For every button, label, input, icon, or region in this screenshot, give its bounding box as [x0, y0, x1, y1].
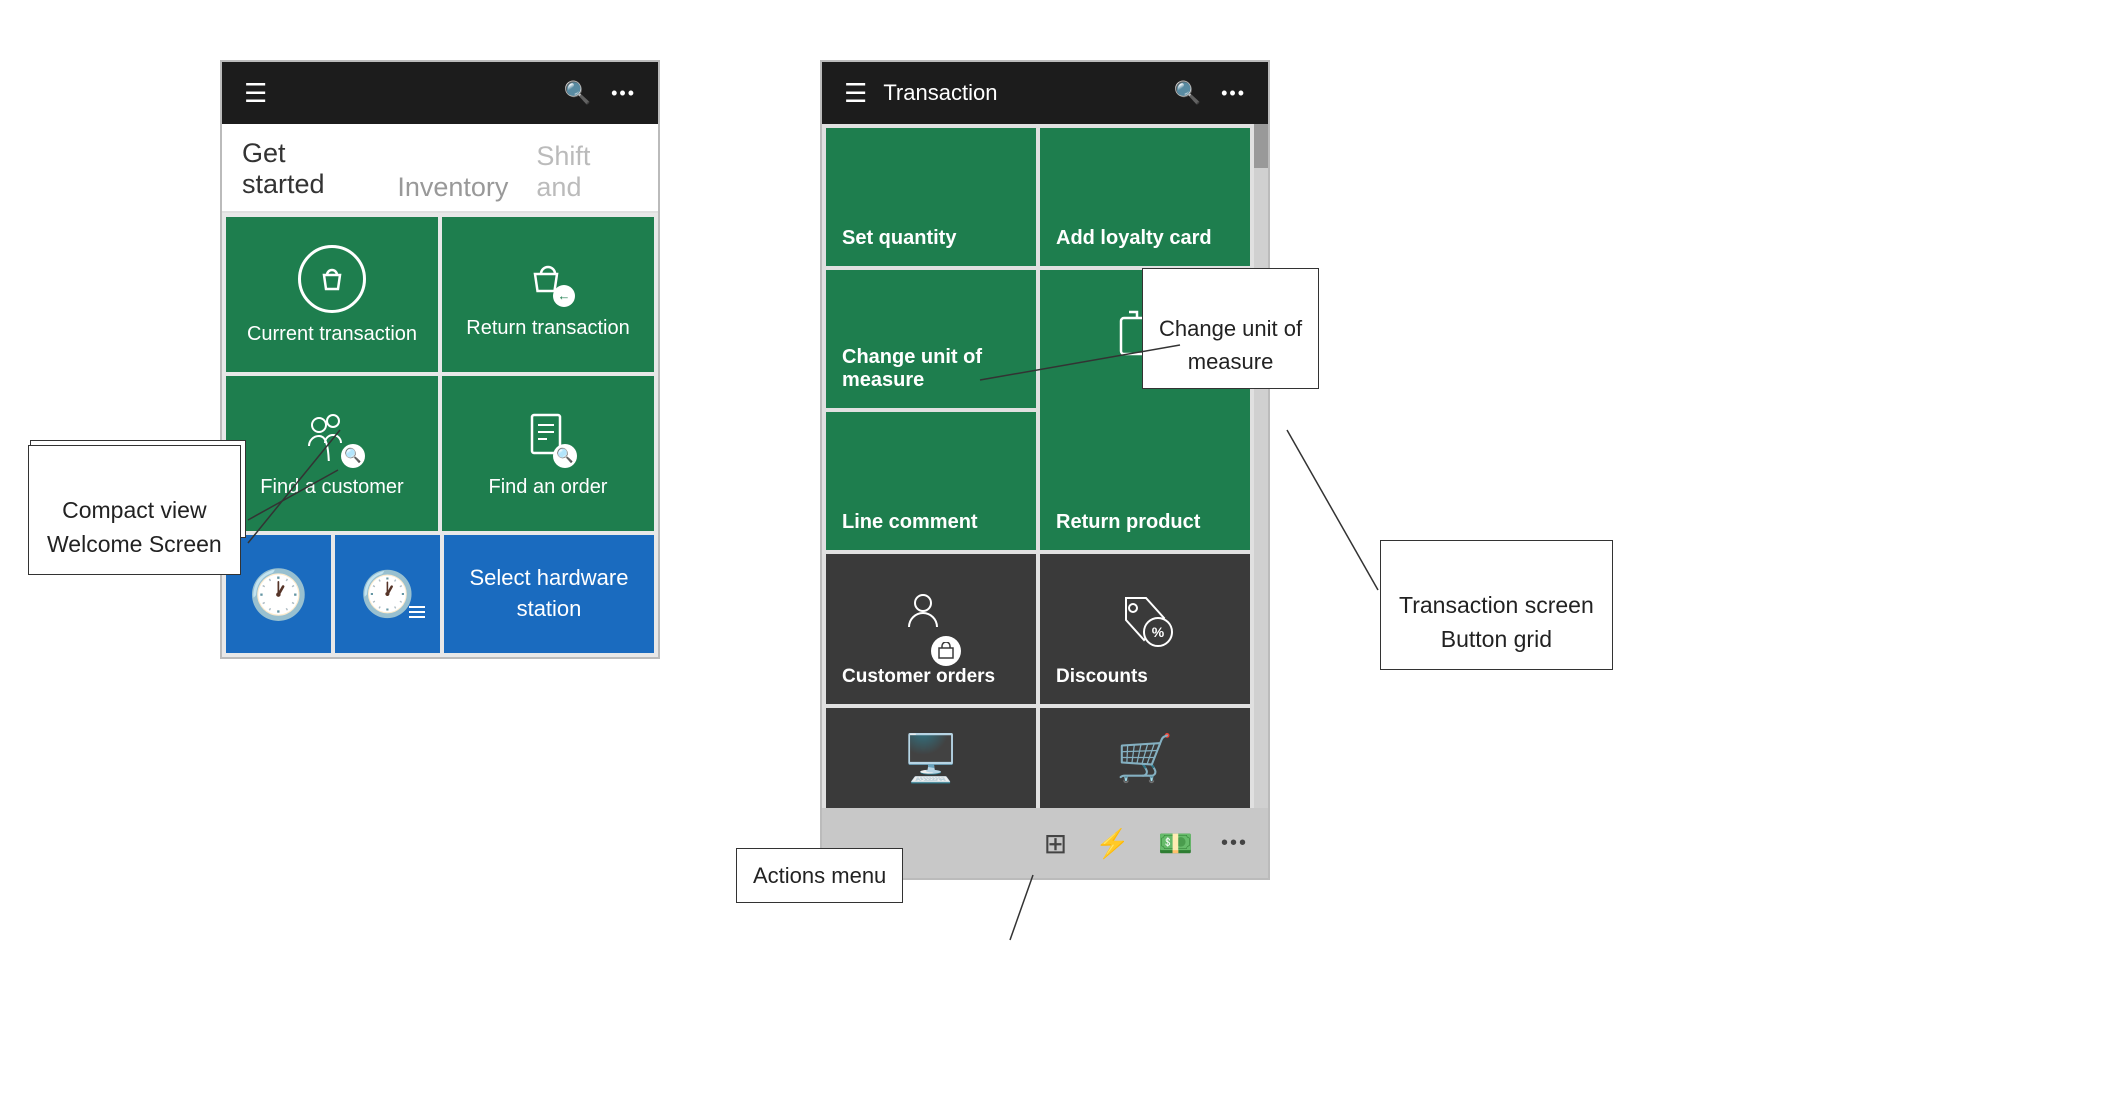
- tab-bar: Get started Inventory Shift and: [222, 124, 658, 213]
- change-uom-label: Change unit of measure: [842, 346, 982, 392]
- find-customer-button[interactable]: 🔍 Find a customer: [226, 376, 438, 531]
- line-comment-label: Line comment: [842, 511, 978, 534]
- bag-circle-icon: [298, 245, 366, 313]
- calculator-icon[interactable]: ⊞: [1044, 827, 1067, 860]
- return-product-icon: ←: [1113, 308, 1177, 377]
- line-comment-button[interactable]: Line comment: [826, 412, 1036, 550]
- add-loyalty-button[interactable]: Add loyalty card: [1040, 128, 1250, 266]
- return-bag-icon: ←: [523, 252, 573, 307]
- compact-view-annotation: Compact view Welcome Screen: [30, 440, 246, 538]
- hamburger-icon[interactable]: ☰: [244, 78, 267, 109]
- discounts-button[interactable]: % Discounts: [1040, 554, 1250, 704]
- right-title-text: Transaction: [883, 80, 997, 106]
- clock-button-1[interactable]: 🕐: [226, 535, 331, 653]
- right-search-icon[interactable]: 🔍: [1174, 80, 1201, 106]
- right-more-icon[interactable]: •••: [1221, 83, 1246, 104]
- right-phone-frame: ☰ Transaction 🔍 ••• Set quantity Add loy: [820, 60, 1270, 880]
- hardware-station-button[interactable]: Select hardware station: [444, 535, 654, 653]
- search-icon[interactable]: 🔍: [564, 80, 591, 106]
- welcome-grid: Current transaction ← Return transaction: [222, 213, 658, 535]
- customer-orders-label: Customer orders: [842, 666, 995, 688]
- tab-shift[interactable]: Shift and: [536, 141, 638, 211]
- find-doc-icon: 🔍: [525, 411, 571, 466]
- left-phone-frame: ☰ 🔍 ••• Get started Inventory Shift and: [220, 60, 660, 659]
- customer-orders-icon: [901, 572, 961, 666]
- set-quantity-button[interactable]: Set quantity: [826, 128, 1036, 266]
- hardware-station-label: Select hardware station: [456, 563, 642, 625]
- scrollbar-thumb[interactable]: [1254, 124, 1268, 168]
- left-titlebar: ☰ 🔍 •••: [222, 62, 658, 124]
- register-icon: 🖥️: [902, 731, 959, 786]
- transaction-screen-box: Transaction screen Button grid: [1380, 540, 1613, 670]
- return-product-label: Return product: [1056, 511, 1200, 534]
- bottom-row: 🕐 🕐 Select hardware station: [222, 535, 658, 657]
- change-uom-button[interactable]: Change unit of measure: [826, 270, 1036, 408]
- find-customer-label: Find a customer: [260, 476, 403, 499]
- add-loyalty-label: Add loyalty card: [1056, 227, 1212, 250]
- more-bottom-icon[interactable]: •••: [1221, 832, 1248, 855]
- clock-icon-1: 🕐: [249, 566, 309, 623]
- customer-orders-button[interactable]: Customer orders: [826, 554, 1036, 704]
- set-quantity-label: Set quantity: [842, 227, 956, 250]
- current-transaction-button[interactable]: Current transaction: [226, 217, 438, 372]
- right-titlebar: ☰ Transaction 🔍 •••: [822, 62, 1268, 124]
- right-phone-section: ☰ Transaction 🔍 ••• Set quantity Add loy: [820, 60, 1290, 880]
- tab-get-started[interactable]: Get started: [242, 138, 369, 211]
- return-product-button[interactable]: ← Return product: [1040, 270, 1250, 550]
- cash-icon[interactable]: 💵: [1158, 827, 1193, 860]
- tab-inventory[interactable]: Inventory: [397, 172, 508, 211]
- discounts-icon: %: [1116, 572, 1174, 666]
- register-button[interactable]: 🖥️: [826, 708, 1036, 808]
- lightning-icon[interactable]: ⚡: [1095, 827, 1130, 860]
- right-grid-area: Set quantity Add loyalty card Change uni…: [822, 124, 1254, 808]
- discounts-label: Discounts: [1056, 666, 1148, 688]
- cart-button[interactable]: 🛒: [1040, 708, 1250, 808]
- more-icon[interactable]: •••: [611, 83, 636, 104]
- current-transaction-label: Current transaction: [247, 323, 417, 346]
- clock-button-2[interactable]: 🕐: [335, 535, 440, 653]
- find-person-icon: 🔍: [305, 411, 359, 466]
- left-phone-section: ☰ 🔍 ••• Get started Inventory Shift and: [220, 60, 670, 659]
- find-order-label: Find an order: [489, 476, 608, 499]
- return-transaction-label: Return transaction: [466, 317, 629, 340]
- clock-list-icon: 🕐: [360, 568, 415, 620]
- svg-text:%: %: [1152, 624, 1165, 640]
- find-order-button[interactable]: 🔍 Find an order: [442, 376, 654, 531]
- cart-icon: 🛒: [1116, 731, 1173, 786]
- scrollbar-track[interactable]: [1254, 124, 1268, 808]
- right-bottom-bar: ⊞ ⚡ 💵 •••: [822, 808, 1268, 878]
- right-hamburger-icon[interactable]: ☰: [844, 78, 867, 109]
- return-transaction-button[interactable]: ← Return transaction: [442, 217, 654, 372]
- right-grid: Set quantity Add loyalty card Change uni…: [822, 124, 1254, 808]
